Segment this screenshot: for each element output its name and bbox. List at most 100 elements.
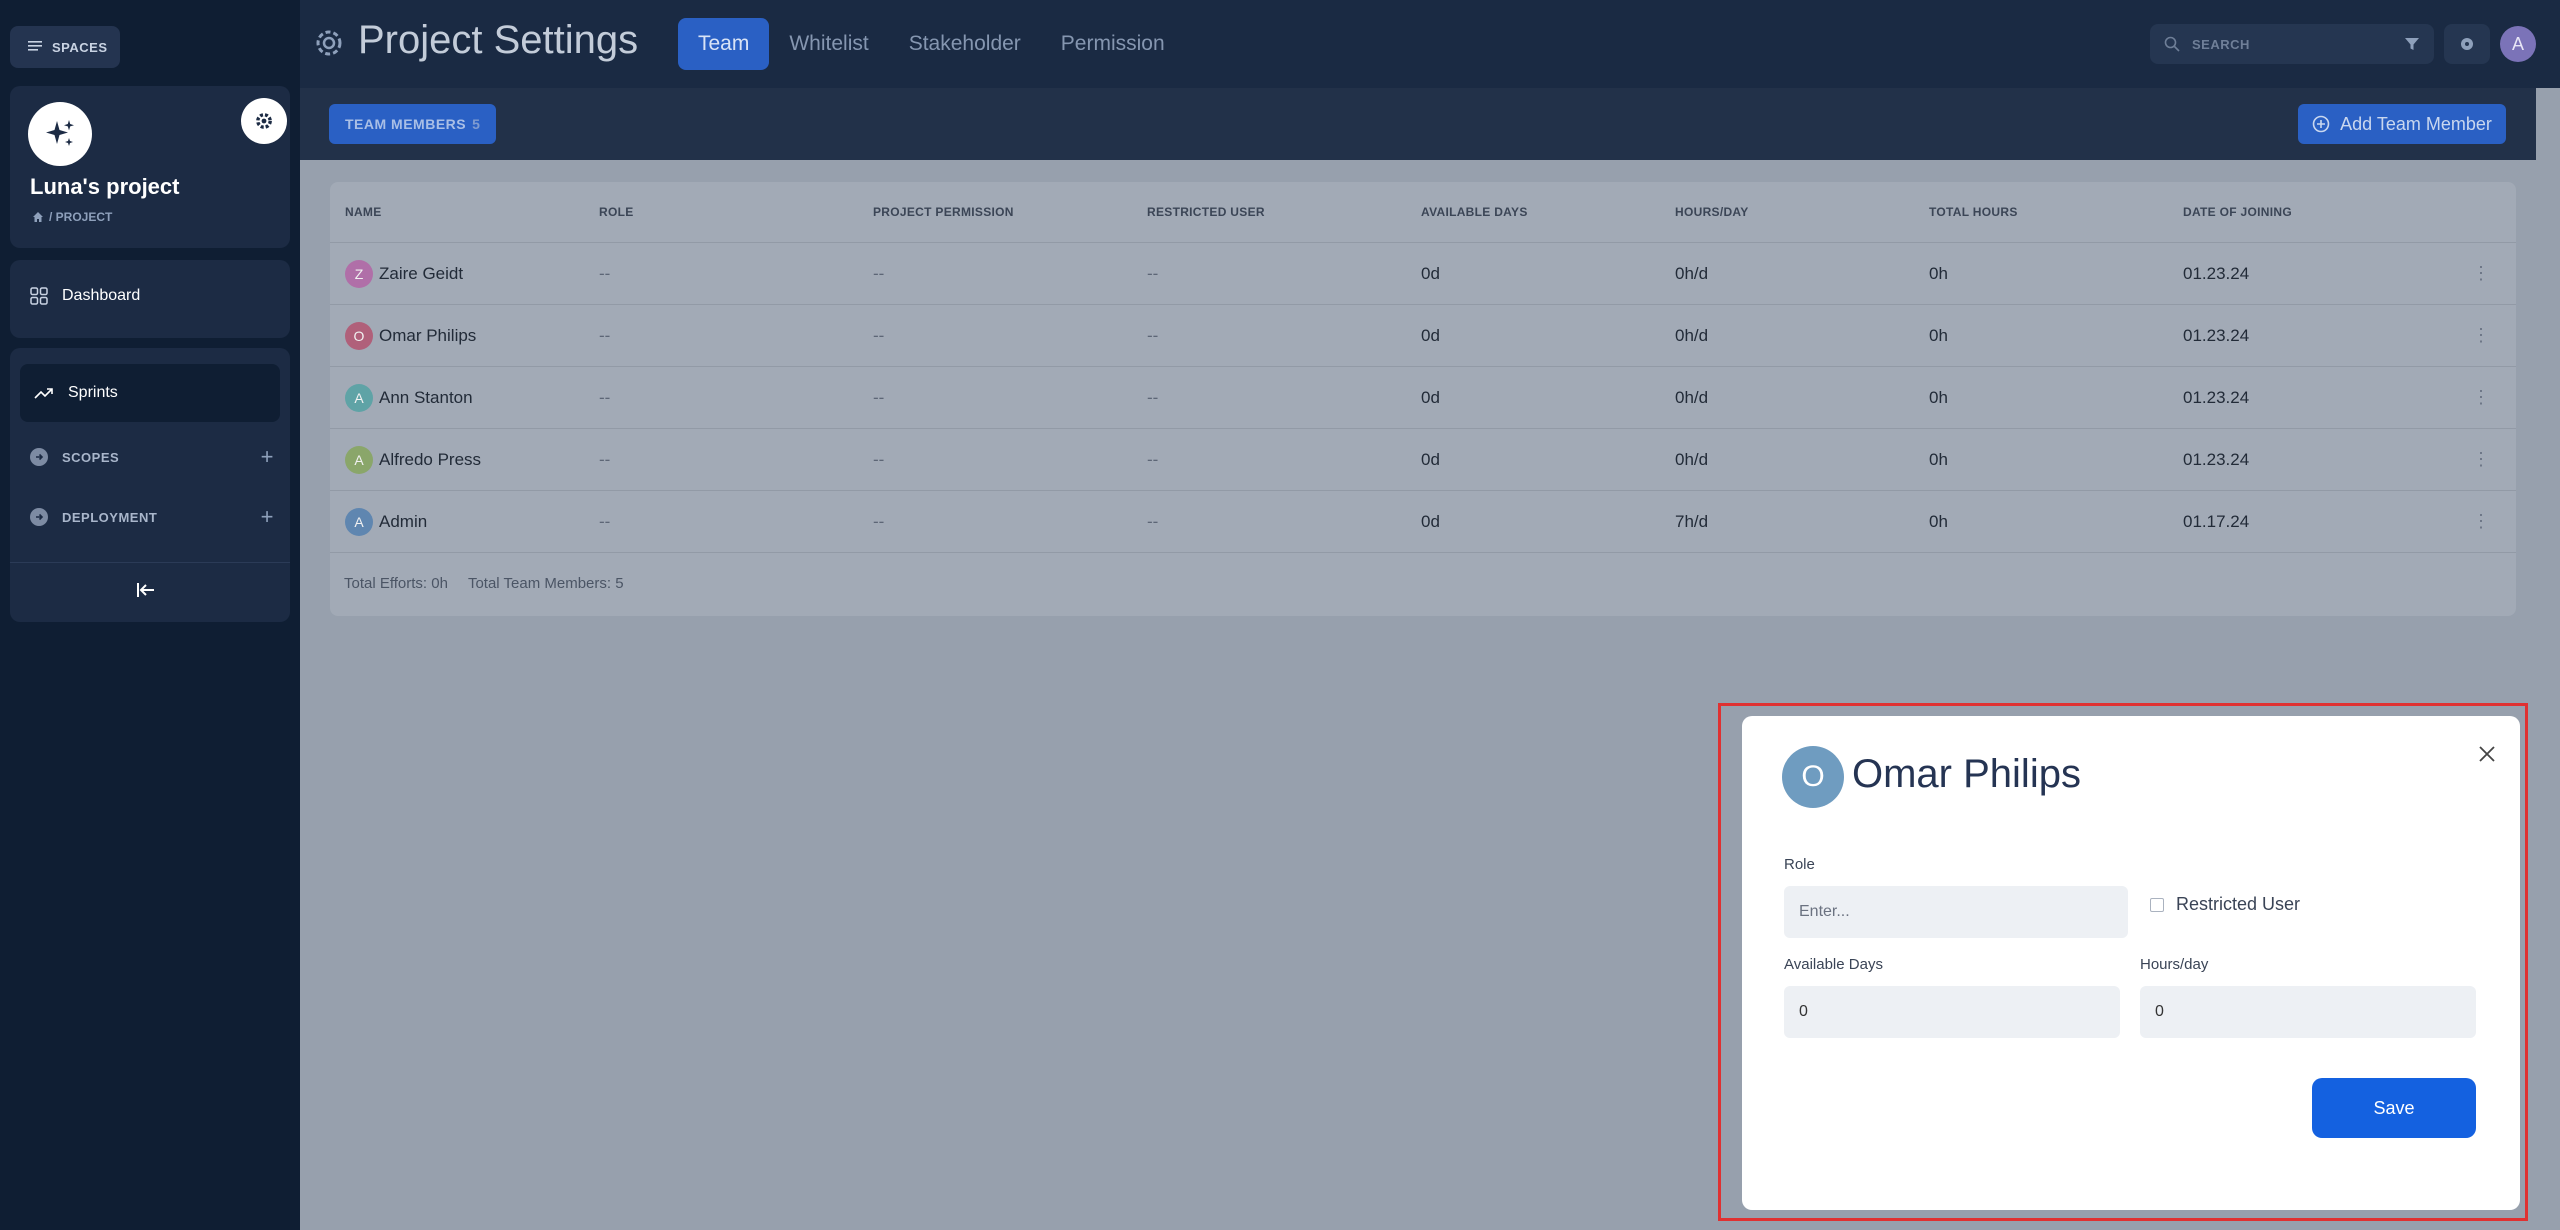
edit-member-modal: O Omar Philips Role Restricted User Avai… [1742, 716, 2520, 1210]
member-name: Ann Stanton [379, 387, 473, 407]
close-icon[interactable] [2478, 738, 2496, 770]
available-days-cell: 0d [1421, 511, 1440, 531]
member-avatar: A [345, 383, 373, 412]
table-row[interactable]: A Admin -- -- -- 0d 7h/d 0h 01.17.24 ⋮ [330, 490, 2516, 552]
search-input[interactable] [2192, 36, 2392, 52]
member-name-cell: O Omar Philips [345, 321, 476, 350]
table-row[interactable]: A Ann Stanton -- -- -- 0d 0h/d 0h 01.23.24 ⋮ [330, 366, 2516, 428]
permission-cell: -- [873, 387, 885, 407]
role-input[interactable] [1784, 886, 2128, 938]
menu-card: Sprints SCOPES + DEPLOYMENT + [10, 348, 290, 622]
team-members-count: 5 [472, 116, 481, 132]
total-hours-cell: 0h [1929, 449, 1948, 469]
hours-day-cell: 0h/d [1675, 325, 1709, 345]
filter-icon[interactable] [2404, 36, 2420, 52]
divider [10, 562, 290, 563]
role-cell: -- [599, 263, 611, 283]
team-subbar: TEAM MEMBERS 5 Add Team Member [300, 88, 2536, 160]
project-card: Luna's project / PROJECT [10, 86, 290, 248]
notification-button[interactable] [2444, 24, 2490, 64]
sidebar-item-deployment[interactable]: DEPLOYMENT + [30, 504, 274, 530]
add-scope-icon[interactable]: + [261, 444, 274, 470]
row-menu-icon[interactable]: ⋮ [2472, 449, 2490, 470]
available-days-cell: 0d [1421, 387, 1440, 407]
member-name-cell: A Alfredo Press [345, 445, 481, 474]
sidebar: SPACES Luna's project / PROJECT Dashboar… [0, 0, 300, 1230]
permission-cell: -- [873, 325, 885, 345]
available-days-cell: 0d [1421, 263, 1440, 283]
col-hours-day: HOURS/DAY [1675, 205, 1749, 219]
sidebar-item-dashboard[interactable]: Dashboard [30, 287, 140, 305]
total-hours-cell: 0h [1929, 511, 1948, 531]
role-cell: -- [599, 511, 611, 531]
member-name-cell: Z Zaire Geidt [345, 259, 464, 288]
permission-cell: -- [873, 263, 885, 283]
sidebar-item-sprints[interactable]: Sprints [20, 364, 280, 422]
col-name: NAME [345, 205, 382, 219]
spaces-button[interactable]: SPACES [10, 26, 120, 68]
collapse-sidebar-icon[interactable] [136, 576, 156, 607]
available-days-cell: 0d [1421, 325, 1440, 345]
table-footer: Total Efforts: 0h Total Team Members: 5 [330, 552, 2516, 614]
date-joined-cell: 01.23.24 [2183, 449, 2250, 469]
tab-stakeholder[interactable]: Stakeholder [889, 18, 1041, 70]
member-avatar: A [345, 445, 373, 474]
add-deployment-icon[interactable]: + [261, 504, 274, 530]
page-title: Project Settings [358, 18, 639, 62]
team-members-badge[interactable]: TEAM MEMBERS 5 [329, 104, 497, 144]
tab-team[interactable]: Team [678, 18, 770, 70]
total-hours-cell: 0h [1929, 387, 1948, 407]
add-team-member-label: Add Team Member [2340, 113, 2492, 134]
hours-day-cell: 0h/d [1675, 387, 1709, 407]
hours-day-input[interactable] [2140, 986, 2476, 1038]
home-icon [33, 212, 43, 222]
row-menu-icon[interactable]: ⋮ [2472, 325, 2490, 346]
available-days-label: Available Days [1784, 956, 1883, 973]
sparkle-icon [46, 120, 74, 146]
member-name: Zaire Geidt [379, 263, 464, 283]
total-hours-cell: 0h [1929, 263, 1948, 283]
total-efforts-label: Total Efforts: [344, 575, 428, 592]
restricted-cell: -- [1147, 511, 1159, 531]
col-project-permission: PROJECT PERMISSION [873, 205, 1014, 219]
user-avatar[interactable]: A [2500, 26, 2536, 62]
breadcrumb[interactable]: / PROJECT [32, 210, 112, 224]
team-table: NAME ROLE PROJECT PERMISSION RESTRICTED … [330, 182, 2516, 616]
date-joined-cell: 01.17.24 [2183, 511, 2250, 531]
tab-permission[interactable]: Permission [1041, 18, 1185, 70]
member-name-cell: A Ann Stanton [345, 383, 473, 412]
add-team-member-button[interactable]: Add Team Member [2298, 104, 2506, 144]
col-available-days: AVAILABLE DAYS [1421, 205, 1528, 219]
available-days-input[interactable] [1784, 986, 2120, 1038]
restricted-user-checkbox[interactable]: Restricted User [2150, 894, 2300, 915]
plus-circle-icon [2312, 115, 2330, 133]
table-row[interactable]: O Omar Philips -- -- -- 0d 0h/d 0h 01.23.24 ⋮ [330, 304, 2516, 366]
modal-member-name: Omar Philips [1852, 752, 2081, 796]
tab-whitelist[interactable]: Whitelist [769, 18, 888, 70]
row-menu-icon[interactable]: ⋮ [2472, 511, 2490, 532]
hours-day-cell: 0h/d [1675, 263, 1709, 283]
col-date-of-joining: DATE OF JOINING [2183, 205, 2292, 219]
total-hours-cell: 0h [1929, 325, 1948, 345]
project-name: Luna's project [30, 174, 180, 199]
project-settings-button[interactable] [241, 98, 287, 144]
table-row[interactable]: A Alfredo Press -- -- -- 0d 0h/d 0h 01.23.24 ⋮ [330, 428, 2516, 490]
col-role: ROLE [599, 205, 634, 219]
save-button[interactable]: Save [2312, 1078, 2476, 1138]
row-menu-icon[interactable]: ⋮ [2472, 263, 2490, 284]
member-avatar: A [345, 507, 373, 536]
row-menu-icon[interactable]: ⋮ [2472, 387, 2490, 408]
permission-cell: -- [873, 511, 885, 531]
gear-icon [256, 113, 272, 129]
table-row[interactable]: Z Zaire Geidt -- -- -- 0d 0h/d 0h 01.23.24 ⋮ [330, 242, 2516, 304]
search-icon [2164, 36, 2180, 52]
arrow-right-circle-icon [30, 508, 48, 526]
sidebar-item-scopes[interactable]: SCOPES + [30, 444, 274, 470]
col-total-hours: TOTAL HOURS [1929, 205, 2018, 219]
tab-bar: Team Whitelist Stakeholder Permission [678, 18, 1185, 70]
total-efforts-value: 0h [431, 575, 448, 592]
spaces-label: SPACES [52, 39, 108, 55]
scopes-label: SCOPES [62, 449, 120, 465]
checkbox-icon[interactable] [2150, 897, 2164, 912]
modal-avatar: O [1782, 746, 1844, 808]
